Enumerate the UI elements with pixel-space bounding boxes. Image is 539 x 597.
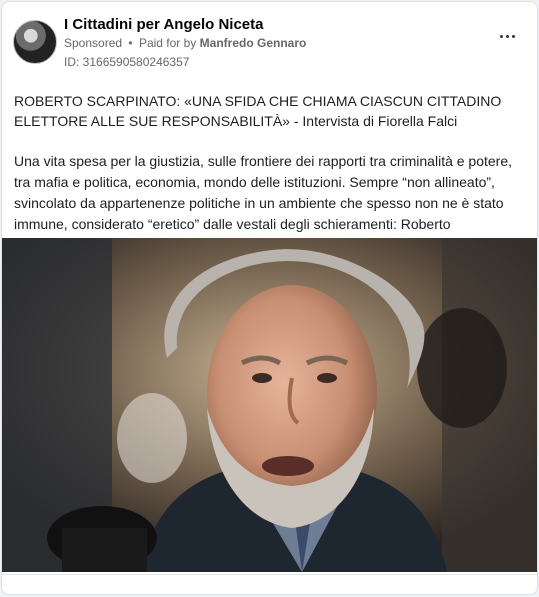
more-options-button[interactable] — [497, 29, 517, 43]
more-dot-icon — [505, 34, 509, 38]
ad-id: ID: 3166590580246357 — [64, 55, 190, 69]
paid-for-prefix: Paid for by — [138, 36, 197, 50]
more-dot-icon — [511, 34, 515, 38]
post-photo[interactable] — [2, 238, 537, 572]
footer-divider — [2, 574, 537, 575]
portrait-illustration — [2, 238, 537, 572]
page-name-link[interactable]: I Cittadini per Angelo Niceta — [64, 16, 263, 33]
page-avatar[interactable] — [13, 20, 57, 64]
sponsored-post-card: I Cittadini per Angelo Niceta Sponsored … — [1, 1, 538, 595]
separator-dot: • — [128, 36, 133, 50]
more-dot-icon — [499, 34, 503, 38]
post-headline: ROBERTO SCARPINATO: «UNA SFIDA CHE CHIAM… — [14, 93, 502, 129]
sponsor-info: Sponsored • Paid for by Manfredo Gennaro — [64, 36, 306, 50]
sponsored-label: Sponsored — [64, 36, 123, 50]
payer-name: Manfredo Gennaro — [199, 36, 307, 50]
